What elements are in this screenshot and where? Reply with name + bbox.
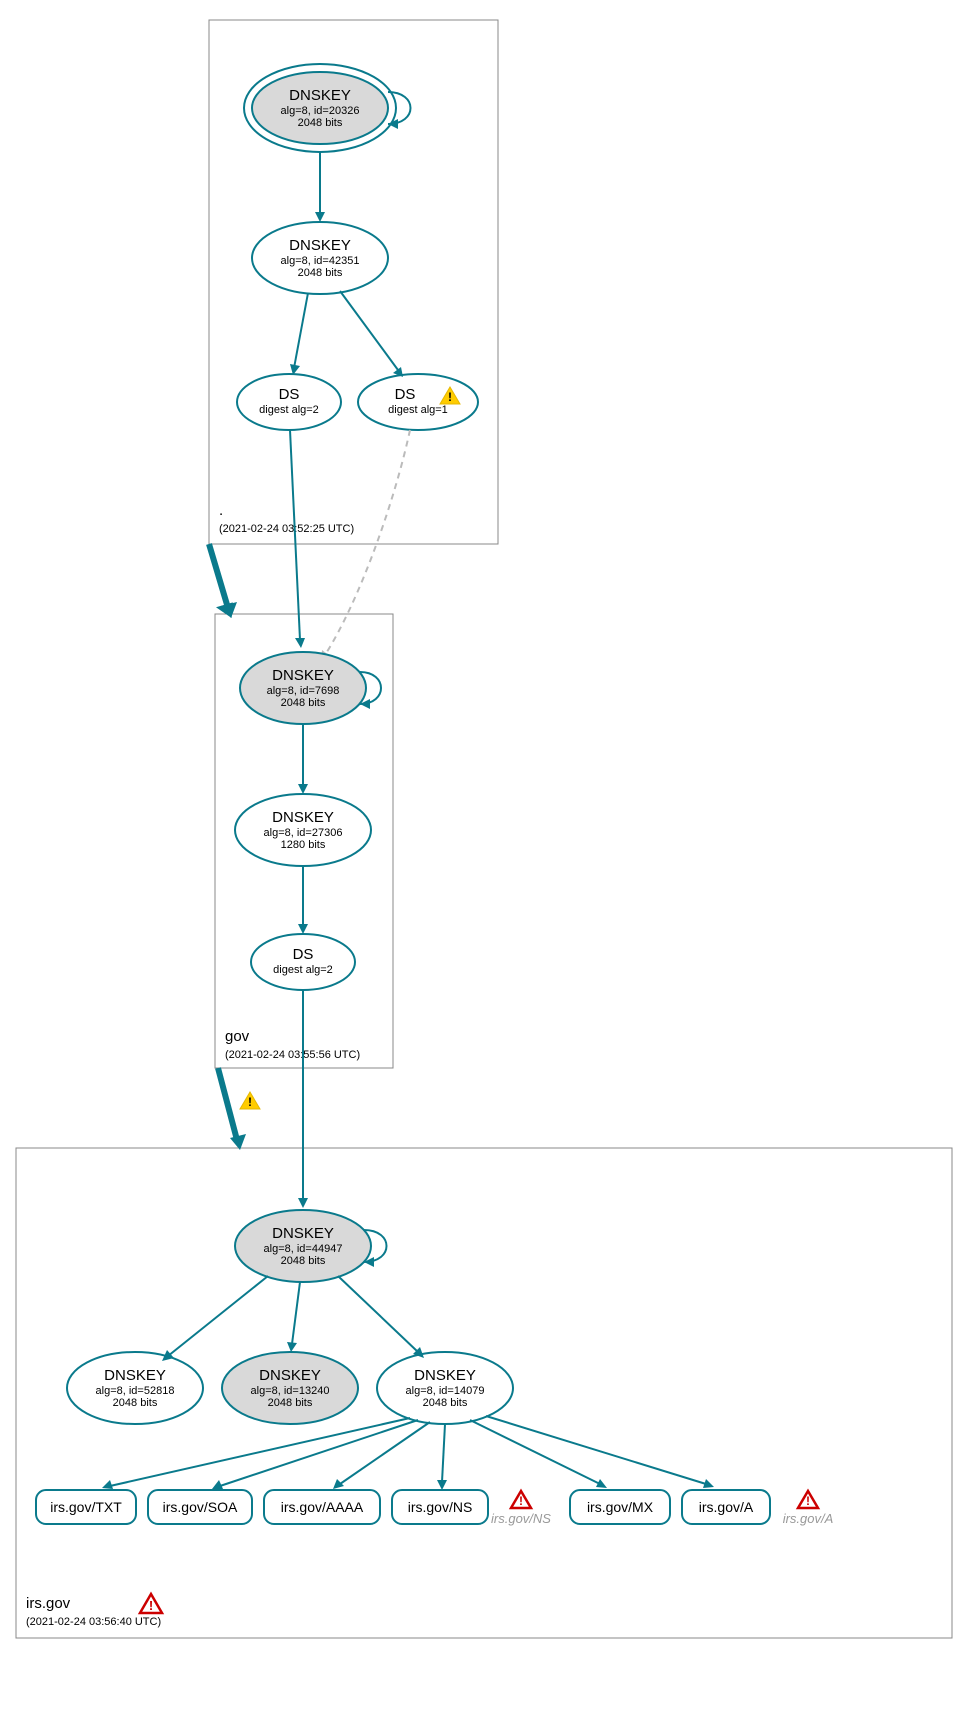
svg-text:irs.gov/A: irs.gov/A [699,1499,754,1515]
svg-text:alg=8, id=20326: alg=8, id=20326 [281,105,360,117]
svg-text:2048 bits: 2048 bits [268,1397,313,1409]
rr-soa[interactable]: irs.gov/SOA [148,1490,252,1524]
node-root-zsk[interactable]: DNSKEY alg=8, id=42351 2048 bits [252,222,388,294]
svg-text:digest alg=2: digest alg=2 [273,964,333,976]
zone-root-label: . [219,502,223,519]
svg-text:!: ! [448,390,452,404]
svg-text:!: ! [248,1095,252,1109]
edge-del-gov-irs [218,1068,237,1140]
svg-text:2048 bits: 2048 bits [113,1397,158,1409]
zone-gov-label: gov [225,1028,250,1045]
svg-text:alg=8, id=44947: alg=8, id=44947 [264,1243,343,1255]
e-irsksk-k1 [168,1276,268,1356]
svg-text:2048 bits: 2048 bits [298,267,343,279]
svg-text:DS: DS [279,386,300,403]
svg-text:DS: DS [293,946,314,963]
e-irsksk-k3 [338,1276,418,1352]
svg-text:alg=8, id=42351: alg=8, id=42351 [281,255,360,267]
svg-text:digest alg=2: digest alg=2 [259,404,319,416]
node-irs-k3[interactable]: DNSKEY alg=8, id=14079 2048 bits [377,1352,513,1424]
svg-text:2048 bits: 2048 bits [281,697,326,709]
rr-txt[interactable]: irs.gov/TXT [36,1490,136,1524]
rr-aaaa[interactable]: irs.gov/AAAA [264,1490,380,1524]
svg-text:DNSKEY: DNSKEY [289,87,351,104]
svg-text:irs.gov/NS: irs.gov/NS [408,1499,473,1515]
svg-text:DNSKEY: DNSKEY [414,1367,476,1384]
node-irs-ksk[interactable]: DNSKEY alg=8, id=44947 2048 bits [235,1210,371,1282]
rr-a[interactable]: irs.gov/A [682,1490,770,1524]
e-irsksk-k2 [292,1282,300,1344]
svg-text:alg=8, id=14079: alg=8, id=14079 [406,1385,485,1397]
edge-root-zsk-ds2 [340,291,398,370]
svg-text:!: ! [519,1494,523,1508]
node-gov-zsk[interactable]: DNSKEY alg=8, id=27306 1280 bits [235,794,371,866]
svg-text:irs.gov/A: irs.gov/A [783,1511,834,1526]
zone-root-ts: (2021-02-24 03:52:25 UTC) [219,523,354,535]
error-icon: ! [511,1491,531,1508]
svg-text:alg=8, id=13240: alg=8, id=13240 [251,1385,330,1397]
node-root-ds1[interactable]: DS digest alg=2 [237,374,341,430]
svg-text:irs.gov/SOA: irs.gov/SOA [163,1499,238,1515]
edge-ds1-govksk [290,430,300,640]
node-root-ds2[interactable]: DS digest alg=1 [358,374,478,430]
zone-gov-ts: (2021-02-24 03:55:56 UTC) [225,1049,360,1061]
svg-text:!: ! [806,1494,810,1508]
svg-text:2048 bits: 2048 bits [423,1397,468,1409]
svg-text:DS: DS [395,386,416,403]
rr-a-ghost: ! irs.gov/A [783,1491,834,1526]
svg-text:irs.gov/AAAA: irs.gov/AAAA [281,1499,364,1515]
zone-irs-ts: (2021-02-24 03:56:40 UTC) [26,1616,161,1628]
svg-text:alg=8, id=52818: alg=8, id=52818 [96,1385,175,1397]
svg-text:DNSKEY: DNSKEY [272,1225,334,1242]
svg-text:!: ! [149,1598,153,1613]
svg-text:DNSKEY: DNSKEY [289,237,351,254]
rr-mx[interactable]: irs.gov/MX [570,1490,670,1524]
svg-text:irs.gov/TXT: irs.gov/TXT [50,1499,122,1515]
node-irs-k1[interactable]: DNSKEY alg=8, id=52818 2048 bits [67,1352,203,1424]
svg-text:1280 bits: 1280 bits [281,839,326,851]
error-icon: ! [798,1491,818,1508]
edge-del-root-gov [209,544,228,608]
error-icon: ! [140,1594,162,1613]
svg-text:irs.gov/MX: irs.gov/MX [587,1499,654,1515]
edge-root-zsk-ds1 [294,293,308,368]
svg-text:alg=8, id=7698: alg=8, id=7698 [267,685,340,697]
svg-text:DNSKEY: DNSKEY [272,809,334,826]
svg-text:2048 bits: 2048 bits [298,117,343,129]
edge-ds2-govksk [325,430,410,655]
svg-text:irs.gov/NS: irs.gov/NS [491,1511,551,1526]
node-gov-ds[interactable]: DS digest alg=2 [251,934,355,990]
zone-irs-label: irs.gov [26,1595,71,1612]
svg-text:alg=8, id=27306: alg=8, id=27306 [264,827,343,839]
warning-icon: ! [240,1092,260,1109]
svg-text:DNSKEY: DNSKEY [272,667,334,684]
svg-text:DNSKEY: DNSKEY [259,1367,321,1384]
dnssec-graph: . (2021-02-24 03:52:25 UTC) gov (2021-02… [0,0,972,1715]
svg-text:DNSKEY: DNSKEY [104,1367,166,1384]
rr-ns[interactable]: irs.gov/NS [392,1490,488,1524]
svg-text:digest alg=1: digest alg=1 [388,404,448,416]
node-irs-k2[interactable]: DNSKEY alg=8, id=13240 2048 bits [222,1352,358,1424]
svg-text:2048 bits: 2048 bits [281,1255,326,1267]
rr-ns-ghost: ! irs.gov/NS [491,1491,551,1526]
node-root-ksk[interactable]: DNSKEY alg=8, id=20326 2048 bits [244,64,396,152]
node-gov-ksk[interactable]: DNSKEY alg=8, id=7698 2048 bits [240,652,366,724]
